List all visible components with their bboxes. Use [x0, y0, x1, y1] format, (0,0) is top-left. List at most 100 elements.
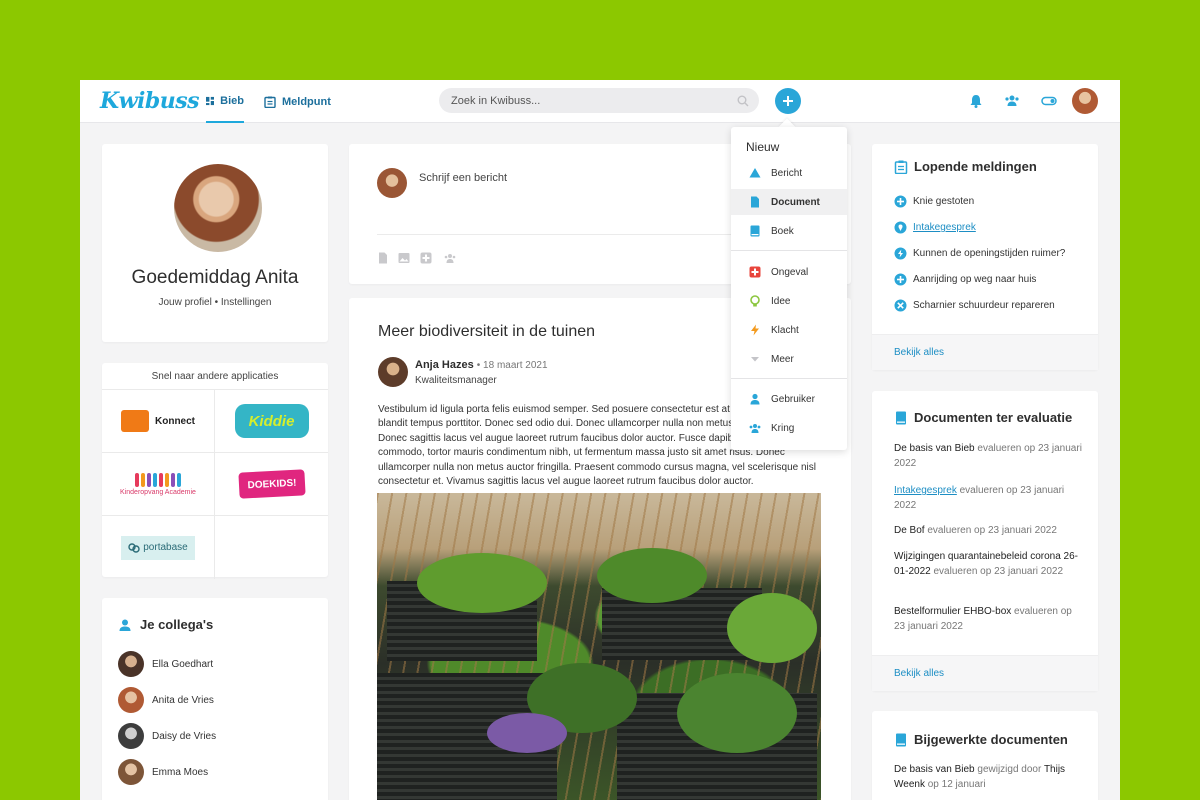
- post-author-name[interactable]: Anja Hazes: [415, 359, 474, 371]
- report-item[interactable]: Knie gestoten: [894, 195, 974, 208]
- colleague-item[interactable]: Anita de Vries: [118, 687, 214, 713]
- bell-icon[interactable]: [968, 93, 984, 109]
- dropdown-item-klacht[interactable]: Klacht: [731, 317, 847, 343]
- users-icon[interactable]: [1004, 93, 1020, 109]
- evaluation-doc-item[interactable]: Intakegesprek evalueren op 23 januari 20…: [894, 484, 1084, 513]
- dropdown-item-boek[interactable]: Boek: [731, 218, 847, 244]
- colleague-avatar: [118, 651, 144, 677]
- dropdown-item-label: Document: [771, 196, 820, 208]
- report-item[interactable]: Kunnen de openingstijden ruimer?: [894, 247, 1065, 260]
- composer-input[interactable]: Schrijf een bericht: [419, 172, 507, 184]
- view-all-reports-link[interactable]: Bekijk alles: [872, 334, 1098, 370]
- composer-avatar: [377, 168, 407, 198]
- doc-name[interactable]: Intakegesprek: [894, 485, 957, 496]
- report-item-label: Kunnen de openingstijden ruimer?: [913, 248, 1066, 259]
- doc-name[interactable]: De basis van Bieb: [894, 764, 975, 775]
- updated-docs-title-label: Bijgewerkte documenten: [914, 732, 1068, 747]
- search-input[interactable]: [439, 88, 759, 113]
- nav-tab-bieb[interactable]: Bieb: [206, 80, 244, 123]
- user-avatar[interactable]: [1072, 88, 1098, 114]
- evaluation-doc-item[interactable]: Wijzigingen quarantainebeleid corona 26-…: [894, 550, 1084, 579]
- dropdown-item-label: Idee: [771, 295, 791, 307]
- dropdown-item-ongeval[interactable]: Ongeval: [731, 259, 847, 285]
- dropdown-item-bericht[interactable]: Bericht: [731, 160, 847, 186]
- foliage-shape: [727, 593, 817, 663]
- first-aid-icon: [749, 266, 761, 278]
- kiddie-logo: Kiddie: [234, 404, 309, 438]
- evaluation-docs-title-label: Documenten ter evaluatie: [914, 410, 1073, 425]
- top-navigation-bar: Kwibuss Bieb Meldpunt: [80, 80, 1120, 123]
- nav-tab-meldpunt[interactable]: Meldpunt: [264, 80, 331, 123]
- lightning-icon: [751, 324, 759, 336]
- post-title[interactable]: Meer biodiversiteit in de tuinen: [378, 323, 595, 341]
- colleague-item[interactable]: Emma Moes: [118, 759, 208, 785]
- new-item-dropdown: Nieuw Bericht Document Boek Ongeval Idee…: [731, 127, 847, 450]
- plus-circle-icon: [894, 195, 907, 208]
- foliage-shape: [597, 548, 707, 603]
- doc-name[interactable]: Bestelformulier EHBO-box: [894, 606, 1011, 617]
- updated-docs-card: Bijgewerkte documenten De basis van Bieb…: [872, 711, 1098, 800]
- app-tile-portabase[interactable]: portabase: [102, 516, 215, 579]
- profile-settings-links[interactable]: Jouw profiel • Instellingen: [102, 297, 328, 308]
- book-icon: [896, 733, 906, 746]
- colleagues-card: Je collega's Ella Goedhart Anita de Vrie…: [102, 598, 328, 800]
- nav-tab-label: Meldpunt: [282, 95, 331, 108]
- dropdown-item-document[interactable]: Document: [731, 189, 847, 215]
- post-image-garden[interactable]: [377, 493, 821, 800]
- clipboard-icon: [894, 160, 908, 174]
- doc-name[interactable]: De Bof: [894, 525, 925, 536]
- evaluation-doc-item[interactable]: De Bof evalueren op 23 januari 2022: [894, 524, 1084, 539]
- report-item-label: Knie gestoten: [913, 196, 975, 207]
- kwibuss-logo[interactable]: Kwibuss: [100, 88, 200, 114]
- group-icon[interactable]: [444, 252, 456, 264]
- doc-changed-by-label: gewijzigd door: [977, 764, 1042, 775]
- dropdown-item-label: Ongeval: [771, 266, 809, 278]
- colleague-name: Ella Goedhart: [152, 658, 214, 670]
- dropdown-item-kring[interactable]: Kring: [731, 415, 847, 441]
- app-tile-konnect[interactable]: Konnect: [102, 390, 215, 453]
- dropdown-item-idee[interactable]: Idee: [731, 288, 847, 314]
- doc-evaluation-date: evalueren op 23 januari 2022: [933, 565, 1064, 577]
- open-reports-card: Lopende meldingen Knie gestoten Intakege…: [872, 144, 1098, 370]
- updated-doc-item[interactable]: De basis van Bieb gewijzigd door Thijs W…: [894, 763, 1084, 792]
- book-icon: [896, 411, 906, 424]
- kinderopvang-figures-icon: [120, 472, 196, 487]
- report-item-label[interactable]: Intakegesprek: [913, 222, 976, 233]
- colleague-avatar: [118, 759, 144, 785]
- app-tile-doekids[interactable]: DOEKIDS!: [215, 453, 328, 516]
- report-item[interactable]: Intakegesprek: [894, 221, 976, 234]
- doc-name[interactable]: De basis van Bieb: [894, 443, 975, 454]
- app-tile-kiddie[interactable]: Kiddie: [215, 390, 328, 453]
- portabase-logo: portabase: [121, 535, 195, 560]
- colleague-item[interactable]: Daisy de Vries: [118, 723, 216, 749]
- lightning-icon: [894, 247, 907, 260]
- doc-evaluation-date: evalueren op 23 januari 2022: [927, 525, 1057, 536]
- portabase-label: portabase: [143, 542, 188, 553]
- colleague-item[interactable]: Ella Goedhart: [118, 651, 213, 677]
- search-icon[interactable]: [737, 95, 749, 107]
- profile-photo[interactable]: [174, 164, 262, 252]
- image-icon[interactable]: [398, 252, 410, 264]
- group-icon: [749, 424, 761, 433]
- evaluation-doc-item[interactable]: Bestelformulier EHBO-box evalueren op 23…: [894, 605, 1084, 634]
- view-all-evaluations-link[interactable]: Bekijk alles: [872, 655, 1098, 691]
- document-icon: [751, 196, 759, 208]
- colleagues-title: Je collega's: [118, 617, 213, 632]
- konnect-logo: Konnect: [121, 410, 195, 432]
- colleague-name: Anita de Vries: [152, 694, 214, 706]
- document-icon[interactable]: [377, 252, 389, 264]
- dropdown-item-label: Meer: [771, 353, 794, 365]
- dropdown-item-gebruiker[interactable]: Gebruiker: [731, 386, 847, 412]
- report-item[interactable]: Aanrijding op weg naar huis: [894, 273, 1036, 286]
- post-date: • 18 maart 2021: [476, 360, 548, 371]
- create-new-button[interactable]: [775, 88, 801, 114]
- report-item[interactable]: Scharnier schuurdeur repareren: [894, 299, 1055, 312]
- toggle-icon[interactable]: [1041, 93, 1057, 109]
- app-tile-kinderopvang-academie[interactable]: Kinderopvang Academie: [102, 453, 215, 516]
- evaluation-doc-item[interactable]: De basis van Bieb evalueren op 23 januar…: [894, 442, 1084, 471]
- app-tile-empty: [215, 516, 328, 579]
- first-aid-icon[interactable]: [420, 252, 432, 264]
- author-avatar[interactable]: [378, 357, 408, 387]
- dropdown-item-meer[interactable]: Meer: [731, 346, 847, 372]
- colleague-name: Emma Moes: [152, 766, 209, 778]
